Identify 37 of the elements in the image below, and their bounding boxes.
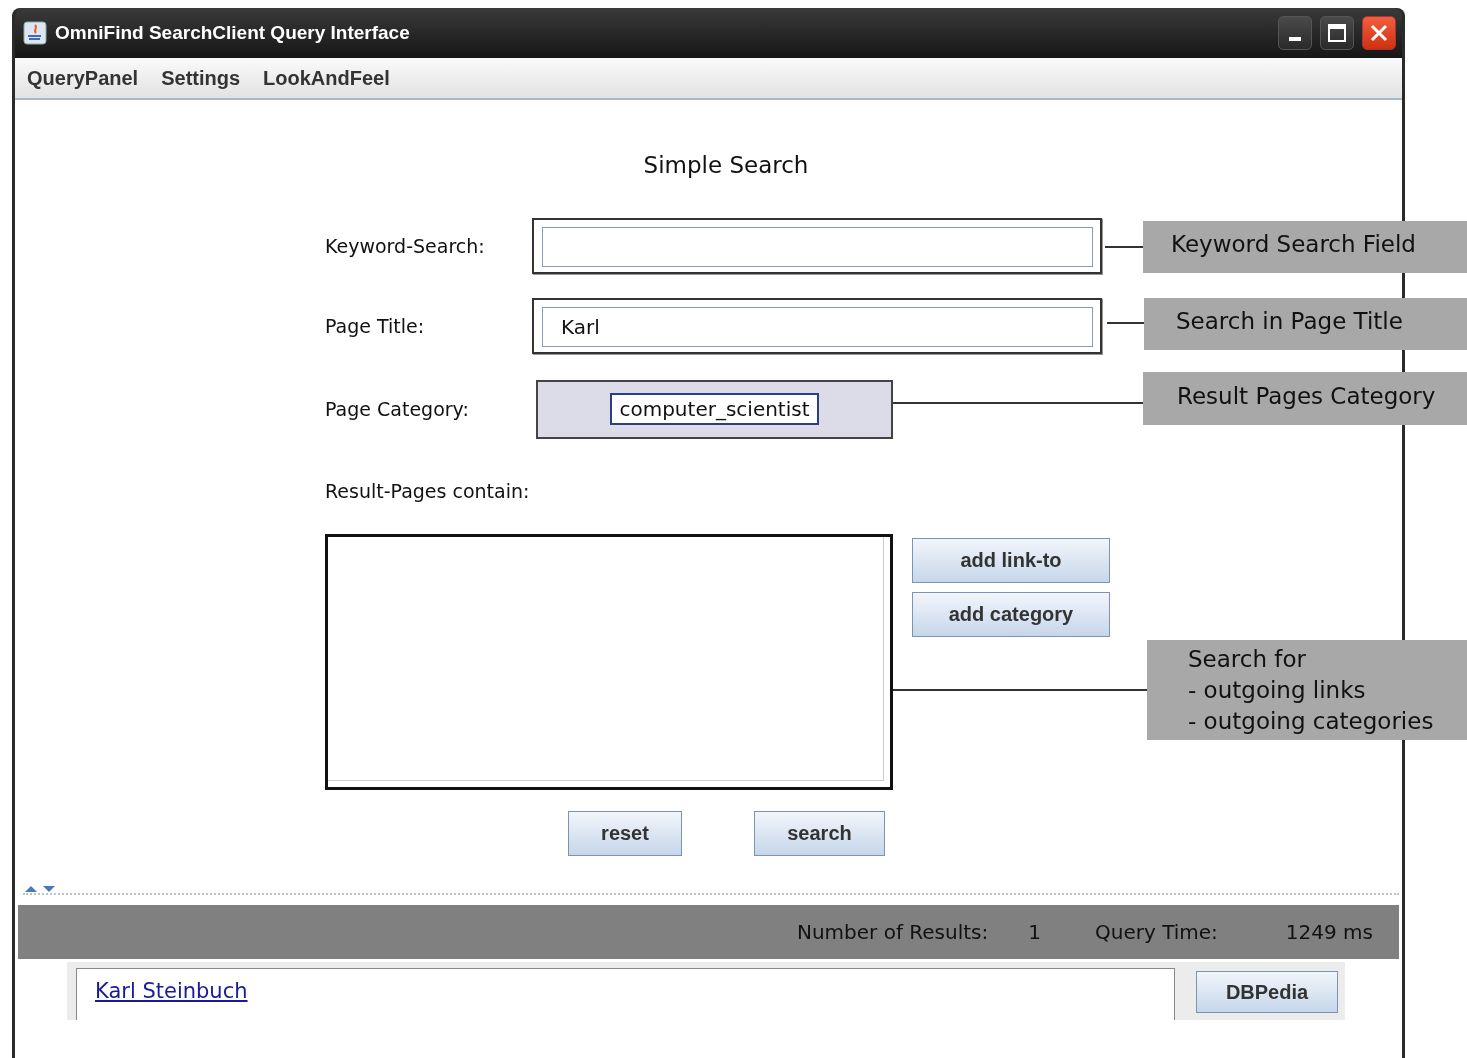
- maximize-icon: [1327, 23, 1347, 43]
- reset-button[interactable]: reset: [568, 811, 682, 856]
- field-label: Page Title:: [325, 315, 426, 337]
- window-title: OmniFind SearchClient Query Interface: [55, 22, 411, 44]
- menu-item[interactable]: LookAndFeel: [251, 66, 401, 90]
- minimize-button[interactable]: [1278, 16, 1312, 50]
- result-link[interactable]: Karl Steinbuch: [95, 979, 248, 1003]
- menu-item[interactable]: QueryPanel: [15, 66, 150, 90]
- menu-item[interactable]: Settings: [149, 66, 252, 90]
- add-button[interactable]: add category: [912, 592, 1110, 637]
- minimize-icon: [1289, 37, 1301, 41]
- splitter-arrows-icon[interactable]: [23, 885, 57, 893]
- callout-label: Keyword Search Field: [1143, 221, 1467, 273]
- leader-line: [1107, 322, 1144, 324]
- callout-label: Result Pages Category: [1143, 372, 1467, 425]
- search-button[interactable]: search: [754, 811, 885, 856]
- query-time-label: Query Time:: [1095, 920, 1218, 944]
- section-label: Result-Pages contain:: [325, 480, 531, 502]
- results-label: Number of Results:: [796, 920, 989, 944]
- leader-line: [1105, 246, 1143, 248]
- add-button[interactable]: add link-to: [912, 538, 1110, 583]
- callout-label: Search for - outgoing links - outgoing categories: [1147, 640, 1467, 740]
- form-heading: Simple Search: [642, 152, 810, 180]
- source-button[interactable]: DBPedia: [1196, 971, 1338, 1013]
- results-count: 1: [1028, 920, 1041, 944]
- callout-label: Search in Page Title: [1144, 298, 1467, 350]
- field-label: Page Category:: [325, 398, 470, 420]
- query-time-value: 1249 ms: [1285, 920, 1373, 944]
- app-icon: [23, 21, 47, 45]
- maximize-button[interactable]: [1320, 16, 1354, 50]
- field-label: Keyword-Search:: [325, 235, 486, 257]
- close-icon: [1369, 23, 1389, 43]
- category-chip[interactable]: computer_scientist: [610, 393, 819, 425]
- list-box[interactable]: [325, 534, 893, 790]
- input-field[interactable]: Karl: [542, 307, 1093, 347]
- close-button[interactable]: [1362, 16, 1396, 50]
- input-field[interactable]: [542, 227, 1093, 267]
